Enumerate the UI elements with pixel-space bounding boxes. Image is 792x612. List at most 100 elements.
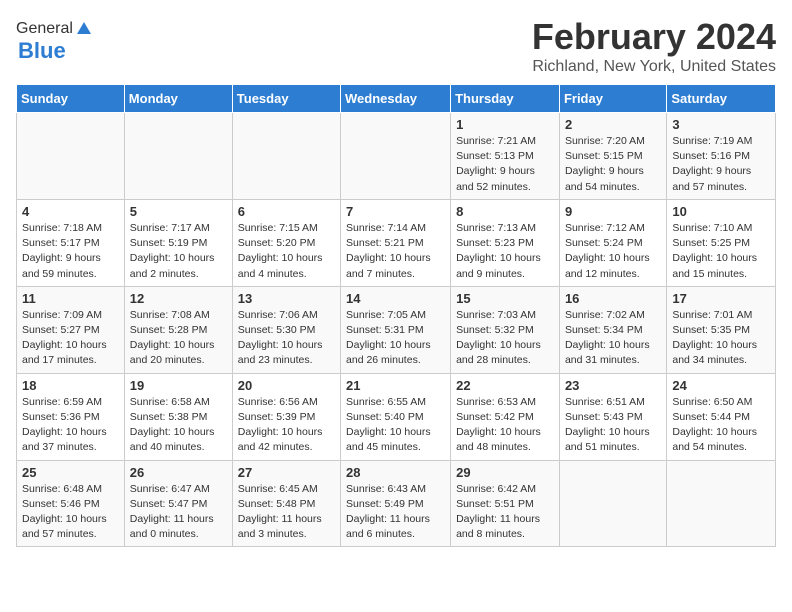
logo-general: General: [16, 20, 73, 38]
day-info: Sunrise: 6:59 AM Sunset: 5:36 PM Dayligh…: [22, 395, 119, 456]
day-info: Sunrise: 7:08 AM Sunset: 5:28 PM Dayligh…: [130, 308, 227, 369]
day-info: Sunrise: 7:12 AM Sunset: 5:24 PM Dayligh…: [565, 221, 661, 282]
day-number: 4: [22, 204, 119, 219]
day-number: 18: [22, 378, 119, 393]
day-info: Sunrise: 6:50 AM Sunset: 5:44 PM Dayligh…: [672, 395, 770, 456]
day-info: Sunrise: 7:14 AM Sunset: 5:21 PM Dayligh…: [346, 221, 445, 282]
calendar-cell: 12 Sunrise: 7:08 AM Sunset: 5:28 PM Dayli…: [124, 286, 232, 373]
subtitle: Richland, New York, United States: [532, 58, 776, 76]
day-number: 15: [456, 291, 554, 306]
day-info: Sunrise: 7:13 AM Sunset: 5:23 PM Dayligh…: [456, 221, 554, 282]
calendar-cell: 18 Sunrise: 6:59 AM Sunset: 5:36 PM Dayli…: [17, 373, 125, 460]
header-friday: Friday: [559, 85, 666, 113]
day-number: 16: [565, 291, 661, 306]
day-number: 1: [456, 117, 554, 132]
day-number: 10: [672, 204, 770, 219]
day-info: Sunrise: 6:43 AM Sunset: 5:49 PM Dayligh…: [346, 482, 445, 543]
logo-icon: [75, 20, 93, 38]
day-info: Sunrise: 6:55 AM Sunset: 5:40 PM Dayligh…: [346, 395, 445, 456]
day-number: 3: [672, 117, 770, 132]
calendar-cell: [559, 460, 666, 547]
header-saturday: Saturday: [667, 85, 776, 113]
day-number: 20: [238, 378, 335, 393]
calendar-row-0: 1Sunrise: 7:21 AM Sunset: 5:13 PM Daylig…: [17, 113, 776, 200]
day-number: 22: [456, 378, 554, 393]
calendar-cell: [341, 113, 451, 200]
day-number: 9: [565, 204, 661, 219]
calendar-cell: 10 Sunrise: 7:10 AM Sunset: 5:25 PM Dayli…: [667, 199, 776, 286]
calendar-cell: 7 Sunrise: 7:14 AM Sunset: 5:21 PM Daylig…: [341, 199, 451, 286]
calendar-cell: 5 Sunrise: 7:17 AM Sunset: 5:19 PM Daylig…: [124, 199, 232, 286]
day-number: 28: [346, 465, 445, 480]
day-number: 14: [346, 291, 445, 306]
day-number: 12: [130, 291, 227, 306]
calendar-cell: 6Sunrise: 7:15 AM Sunset: 5:20 PM Daylig…: [232, 199, 340, 286]
day-info: Sunrise: 7:10 AM Sunset: 5:25 PM Dayligh…: [672, 221, 770, 282]
day-number: 21: [346, 378, 445, 393]
calendar-cell: [667, 460, 776, 547]
day-info: Sunrise: 7:05 AM Sunset: 5:31 PM Dayligh…: [346, 308, 445, 369]
day-info: Sunrise: 6:58 AM Sunset: 5:38 PM Dayligh…: [130, 395, 227, 456]
calendar-cell: 16 Sunrise: 7:02 AM Sunset: 5:34 PM Dayli…: [559, 286, 666, 373]
calendar-cell: 21 Sunrise: 6:55 AM Sunset: 5:40 PM Dayli…: [341, 373, 451, 460]
day-number: 7: [346, 204, 445, 219]
calendar-cell: 17Sunrise: 7:01 AM Sunset: 5:35 PM Dayli…: [667, 286, 776, 373]
day-number: 27: [238, 465, 335, 480]
calendar-cell: 4Sunrise: 7:18 AM Sunset: 5:17 PM Daylig…: [17, 199, 125, 286]
calendar-cell: 28 Sunrise: 6:43 AM Sunset: 5:49 PM Dayli…: [341, 460, 451, 547]
header-tuesday: Tuesday: [232, 85, 340, 113]
logo: General Blue: [16, 20, 93, 64]
calendar-cell: 9 Sunrise: 7:12 AM Sunset: 5:24 PM Daylig…: [559, 199, 666, 286]
calendar-row-2: 11 Sunrise: 7:09 AM Sunset: 5:27 PM Dayli…: [17, 286, 776, 373]
calendar-cell: 22 Sunrise: 6:53 AM Sunset: 5:42 PM Dayli…: [451, 373, 560, 460]
day-number: 5: [130, 204, 227, 219]
day-info: Sunrise: 6:51 AM Sunset: 5:43 PM Dayligh…: [565, 395, 661, 456]
day-number: 29: [456, 465, 554, 480]
calendar-row-3: 18 Sunrise: 6:59 AM Sunset: 5:36 PM Dayli…: [17, 373, 776, 460]
day-number: 19: [130, 378, 227, 393]
day-info: Sunrise: 7:20 AM Sunset: 5:15 PM Dayligh…: [565, 134, 661, 195]
calendar-body: 1Sunrise: 7:21 AM Sunset: 5:13 PM Daylig…: [17, 113, 776, 547]
day-info: Sunrise: 7:06 AM Sunset: 5:30 PM Dayligh…: [238, 308, 335, 369]
calendar-cell: 29 Sunrise: 6:42 AM Sunset: 5:51 PM Dayli…: [451, 460, 560, 547]
day-info: Sunrise: 7:09 AM Sunset: 5:27 PM Dayligh…: [22, 308, 119, 369]
calendar-cell: 24 Sunrise: 6:50 AM Sunset: 5:44 PM Dayli…: [667, 373, 776, 460]
day-number: 24: [672, 378, 770, 393]
header-monday: Monday: [124, 85, 232, 113]
day-info: Sunrise: 6:45 AM Sunset: 5:48 PM Dayligh…: [238, 482, 335, 543]
day-info: Sunrise: 6:42 AM Sunset: 5:51 PM Dayligh…: [456, 482, 554, 543]
day-info: Sunrise: 7:15 AM Sunset: 5:20 PM Dayligh…: [238, 221, 335, 282]
calendar-cell: [232, 113, 340, 200]
day-number: 26: [130, 465, 227, 480]
calendar-header: SundayMondayTuesdayWednesdayThursdayFrid…: [17, 85, 776, 113]
calendar-row-1: 4Sunrise: 7:18 AM Sunset: 5:17 PM Daylig…: [17, 199, 776, 286]
day-number: 13: [238, 291, 335, 306]
calendar-cell: 15 Sunrise: 7:03 AM Sunset: 5:32 PM Dayli…: [451, 286, 560, 373]
calendar-cell: 1Sunrise: 7:21 AM Sunset: 5:13 PM Daylig…: [451, 113, 560, 200]
calendar-cell: 26 Sunrise: 6:47 AM Sunset: 5:47 PM Dayli…: [124, 460, 232, 547]
day-number: 2: [565, 117, 661, 132]
day-number: 11: [22, 291, 119, 306]
calendar-cell: 20Sunrise: 6:56 AM Sunset: 5:39 PM Dayli…: [232, 373, 340, 460]
day-info: Sunrise: 6:48 AM Sunset: 5:46 PM Dayligh…: [22, 482, 119, 543]
calendar-cell: 14 Sunrise: 7:05 AM Sunset: 5:31 PM Dayli…: [341, 286, 451, 373]
day-info: Sunrise: 6:53 AM Sunset: 5:42 PM Dayligh…: [456, 395, 554, 456]
title-area: February 2024 Richland, New York, United…: [532, 16, 776, 76]
day-info: Sunrise: 7:03 AM Sunset: 5:32 PM Dayligh…: [456, 308, 554, 369]
day-info: Sunrise: 7:01 AM Sunset: 5:35 PM Dayligh…: [672, 308, 770, 369]
page-header: General Blue February 2024 Richland, New…: [16, 16, 776, 76]
calendar-cell: 25Sunrise: 6:48 AM Sunset: 5:46 PM Dayli…: [17, 460, 125, 547]
logo-blue: Blue: [18, 38, 66, 64]
day-info: Sunrise: 7:17 AM Sunset: 5:19 PM Dayligh…: [130, 221, 227, 282]
calendar-cell: 23Sunrise: 6:51 AM Sunset: 5:43 PM Dayli…: [559, 373, 666, 460]
day-info: Sunrise: 6:47 AM Sunset: 5:47 PM Dayligh…: [130, 482, 227, 543]
day-info: Sunrise: 7:02 AM Sunset: 5:34 PM Dayligh…: [565, 308, 661, 369]
header-row: SundayMondayTuesdayWednesdayThursdayFrid…: [17, 85, 776, 113]
day-number: 8: [456, 204, 554, 219]
calendar-cell: 3Sunrise: 7:19 AM Sunset: 5:16 PM Daylig…: [667, 113, 776, 200]
calendar-table: SundayMondayTuesdayWednesdayThursdayFrid…: [16, 84, 776, 547]
header-sunday: Sunday: [17, 85, 125, 113]
calendar-cell: 13 Sunrise: 7:06 AM Sunset: 5:30 PM Dayli…: [232, 286, 340, 373]
calendar-cell: [17, 113, 125, 200]
calendar-cell: [124, 113, 232, 200]
